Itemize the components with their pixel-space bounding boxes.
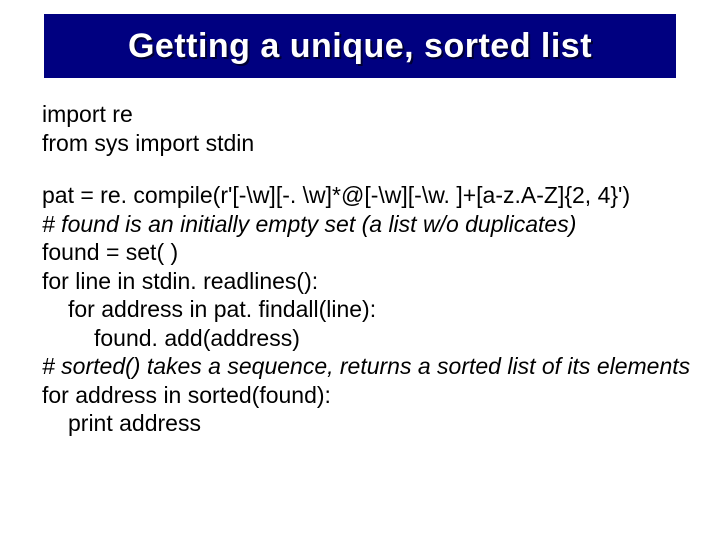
code-line: import re (42, 100, 682, 129)
code-body: import re from sys import stdin pat = re… (42, 100, 682, 438)
code-line: print address (42, 409, 682, 438)
code-line: for line in stdin. readlines(): (42, 267, 682, 296)
code-line: for address in sorted(found): (42, 381, 682, 410)
slide-title: Getting a unique, sorted list (128, 27, 592, 66)
code-line: pat = re. compile(r'[-\w][-. \w]*@[-\w][… (42, 181, 682, 210)
code-line: found = set( ) (42, 238, 682, 267)
title-box: Getting a unique, sorted list (44, 14, 676, 78)
blank-line (42, 157, 682, 181)
code-line: for address in pat. findall(line): (42, 295, 682, 324)
code-line: found. add(address) (42, 324, 682, 353)
code-line: from sys import stdin (42, 129, 682, 158)
slide: Getting a unique, sorted list import re … (0, 0, 720, 540)
code-comment: # sorted() takes a sequence, returns a s… (42, 352, 682, 381)
code-comment: # found is an initially empty set (a lis… (42, 210, 682, 239)
